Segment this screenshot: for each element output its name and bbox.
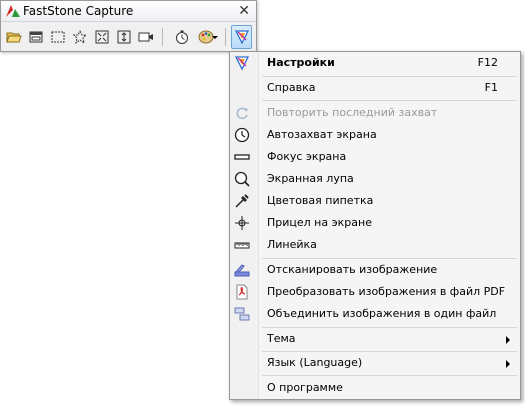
delay-timer-button[interactable]	[172, 26, 192, 48]
menu-item-label: Язык (Language)	[267, 356, 363, 369]
menu-item-label: Автозахват экрана	[267, 128, 377, 141]
menu-item-label: О программе	[267, 381, 343, 394]
capture-fullscreen-icon	[95, 30, 109, 44]
capture-rectangle-icon	[51, 31, 65, 43]
capture-window-button[interactable]	[26, 26, 46, 48]
faststone-logo-icon	[6, 5, 20, 17]
settings-icon	[234, 55, 250, 71]
open-file-button[interactable]	[4, 26, 24, 48]
menu-item-label: Фокус экрана	[267, 150, 347, 163]
capture-scrolling-button[interactable]	[114, 26, 134, 48]
menu-item-label: Экранная лупа	[267, 172, 354, 185]
capture-rectangle-button[interactable]	[48, 26, 68, 48]
delay-timer-icon	[176, 30, 188, 44]
screen-recorder-button[interactable]	[136, 26, 156, 48]
menu-item-label: Справка	[267, 81, 316, 94]
capture-scrolling-icon	[117, 30, 131, 44]
scanner-icon	[234, 262, 250, 278]
toolbar-separator	[162, 28, 163, 46]
menu-item-auto-capture[interactable]: Автозахват экрана	[230, 124, 520, 146]
menu-item-label: Повторить последний захват	[267, 106, 438, 119]
capture-window-icon	[29, 31, 43, 43]
menu-item-language[interactable]: Язык (Language)	[230, 352, 520, 374]
settings-menu-icon	[234, 30, 249, 45]
menu-item-screen-focus[interactable]: Фокус экрана	[230, 146, 520, 168]
menu-item-color-picker[interactable]: Цветовая пипетка	[230, 190, 520, 212]
menu-item-label: Прицел на экране	[267, 216, 372, 229]
menu-item-convert-to-pdf[interactable]: Преобразовать изображения в файл PDF	[230, 281, 520, 303]
menu-item-label: Тема	[267, 332, 296, 345]
menu-item-screen-magnifier[interactable]: Экранная лупа	[230, 168, 520, 190]
color-picker-icon	[234, 193, 250, 209]
menu-item-crosshair[interactable]: Прицел на экране	[230, 212, 520, 234]
menu-item-settings[interactable]: Настройки F12	[230, 52, 520, 74]
settings-menu-button[interactable]	[231, 25, 252, 49]
chevron-down-icon	[212, 36, 218, 39]
title-bar[interactable]: FastStone Capture ✕	[1, 1, 256, 22]
menu-item-theme[interactable]: Тема	[230, 328, 520, 350]
clock-icon	[234, 127, 250, 143]
capture-toolbar	[4, 25, 254, 49]
menu-item-help[interactable]: Справка F1	[230, 77, 520, 99]
close-button[interactable]: ✕	[238, 2, 250, 20]
menu-item-label: Объединить изображения в один файл	[267, 307, 497, 320]
window-title: FastStone Capture	[23, 4, 134, 18]
submenu-arrow-icon	[506, 360, 510, 368]
menu-item-shortcut: F12	[477, 56, 498, 69]
menu-item-ruler[interactable]: Линейка	[230, 234, 520, 256]
menu-item-about[interactable]: О программе	[230, 377, 520, 399]
output-palette-button[interactable]	[194, 26, 218, 48]
menu-separator	[262, 100, 517, 101]
menu-item-repeat-last-capture: Повторить последний захват	[230, 102, 520, 124]
menu-item-label: Линейка	[267, 238, 317, 251]
combine-images-icon	[234, 306, 250, 322]
repeat-capture-icon	[234, 105, 250, 121]
menu-separator	[262, 375, 517, 376]
menu-item-shortcut: F1	[484, 81, 498, 94]
menu-item-label: Настройки	[267, 56, 335, 69]
menu-item-label: Цветовая пипетка	[267, 194, 374, 207]
crosshair-icon	[234, 215, 250, 231]
pdf-icon	[234, 284, 250, 300]
capture-freehand-icon	[72, 29, 88, 45]
magnifier-icon	[234, 171, 250, 187]
faststone-toolbar-window: FastStone Capture ✕	[0, 0, 257, 52]
open-file-icon	[6, 32, 22, 43]
menu-item-scan-image[interactable]: Отсканировать изображение	[230, 259, 520, 281]
capture-fullscreen-button[interactable]	[92, 26, 112, 48]
ruler-icon	[234, 237, 250, 253]
menu-item-label: Преобразовать изображения в файл PDF	[267, 285, 506, 298]
settings-dropdown-menu: Настройки F12 Справка F1 Повторить после…	[229, 51, 521, 400]
menu-item-combine-images[interactable]: Объединить изображения в один файл	[230, 303, 520, 325]
screen-recorder-icon	[138, 32, 153, 42]
capture-freehand-button[interactable]	[70, 26, 90, 48]
screen-focus-icon	[234, 149, 250, 165]
submenu-arrow-icon	[506, 336, 510, 344]
menu-item-label: Отсканировать изображение	[267, 263, 438, 276]
toolbar-separator	[225, 28, 226, 46]
